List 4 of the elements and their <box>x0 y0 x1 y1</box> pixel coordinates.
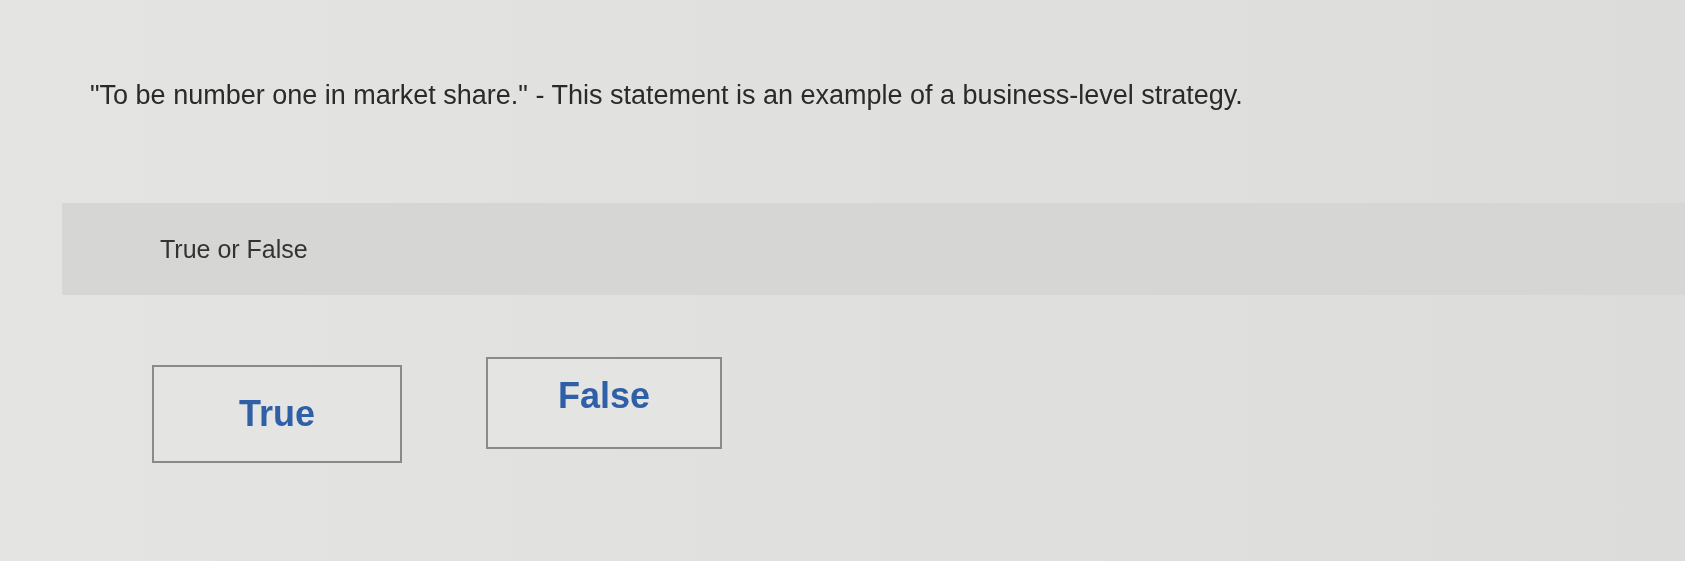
answer-button[interactable]: True <box>152 365 402 463</box>
answer-button[interactable]: False <box>486 357 722 449</box>
question-text: "To be number one in market share." - This statement is an example of a business-level strategy. <box>90 80 1244 111</box>
prompt-text: True or False <box>160 234 308 264</box>
